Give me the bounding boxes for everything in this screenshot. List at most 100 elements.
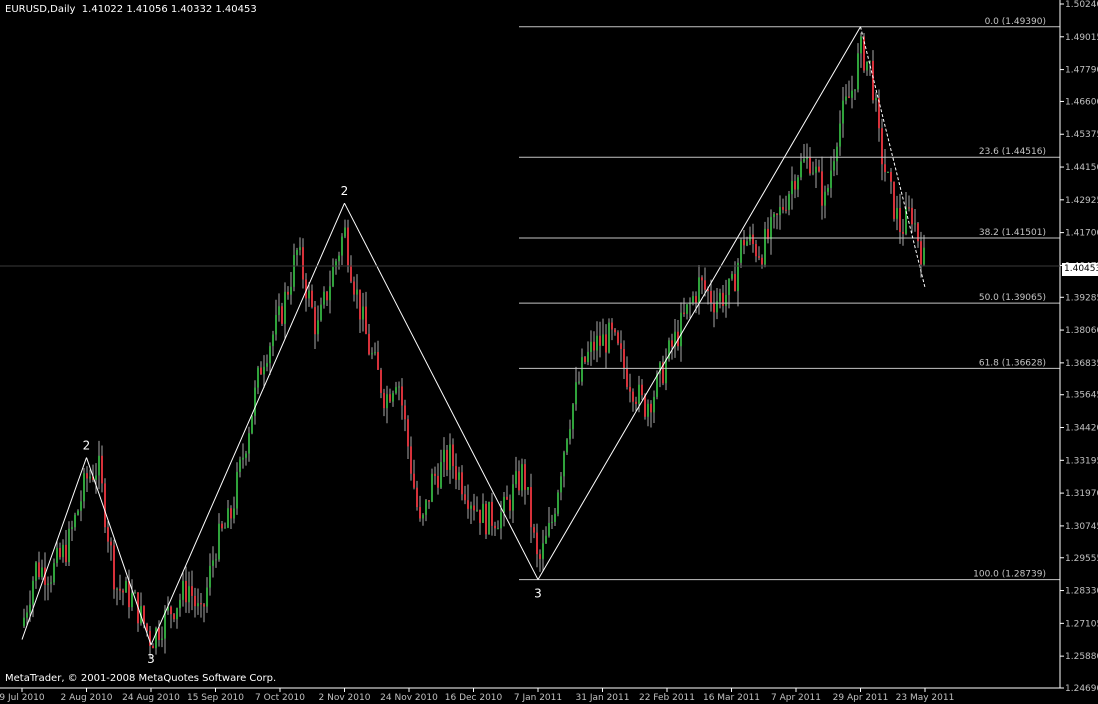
candle-body (713, 303, 715, 313)
ohlc-values: 1.41022 1.41056 1.40332 1.40453 (81, 4, 257, 15)
candle-body (719, 292, 721, 302)
candle-body (281, 306, 283, 324)
zigzag-wave-label: 3 (147, 652, 155, 666)
candle-body (515, 471, 517, 485)
y-tick-label: 1.36835 (1065, 359, 1098, 369)
candle-body (479, 509, 481, 523)
zigzag-wave-label: 2 (83, 439, 91, 453)
candle-body (269, 346, 271, 364)
candle-body (521, 464, 523, 491)
candle-body (584, 357, 586, 363)
candle-body (413, 473, 415, 488)
candle-body (698, 277, 700, 303)
x-tick-label: 16 Dec 2010 (445, 693, 503, 703)
candle-body (614, 329, 616, 333)
candle-body (578, 381, 580, 383)
candle-body (251, 415, 253, 434)
candle-body (485, 503, 487, 535)
y-tick-label: 1.35645 (1065, 391, 1098, 401)
x-tick-label: 24 Nov 2010 (380, 693, 438, 703)
candle-body (593, 341, 595, 351)
candle-body (179, 599, 181, 609)
candle-body (416, 487, 418, 508)
candle-body (728, 278, 730, 296)
candle-body (476, 509, 478, 511)
candle-body (161, 638, 163, 640)
candle-body (782, 207, 784, 210)
candle-body (776, 213, 778, 216)
candlestick-series (23, 32, 925, 659)
price-chart[interactable]: 0.0 (1.49390) 23.6 (1.44516) 38.2 (1.41501… (0, 0, 1098, 704)
candle-body (272, 334, 274, 347)
candle-body (77, 510, 79, 515)
y-tick-label: 1.30745 (1065, 522, 1098, 532)
copyright-notice: MetaTrader, © 2001-2008 MetaQuotes Softw… (5, 673, 277, 684)
candle-body (626, 368, 628, 387)
zigzag-wave-label: 2 (341, 184, 349, 198)
x-tick-label: 24 Aug 2010 (122, 693, 180, 703)
zigzag-segment (150, 202, 345, 646)
candle-body (425, 500, 427, 515)
candle-body (497, 528, 499, 530)
y-tick-label: 1.49015 (1065, 33, 1098, 43)
candle-body (434, 473, 436, 476)
candle-body (731, 273, 733, 279)
candle-body (548, 522, 550, 536)
candle-body (170, 606, 172, 615)
candle-body (752, 234, 754, 245)
candle-body (461, 472, 463, 495)
candle-body (80, 501, 82, 511)
candle-body (812, 172, 814, 174)
candle-body (365, 306, 367, 334)
candle-body (734, 273, 736, 292)
y-tick-label: 1.25880 (1065, 652, 1098, 662)
candle-body (695, 296, 697, 303)
x-tick-label: 15 Sep 2010 (187, 693, 244, 703)
candle-body (788, 194, 790, 210)
fib-level-label: 61.8 (1.36628) (979, 358, 1046, 368)
fibonacci-retracement[interactable]: 0.0 (1.49390) 23.6 (1.44516) 38.2 (1.41501… (519, 17, 1060, 581)
candle-body (104, 483, 106, 528)
candle-body (725, 295, 727, 306)
fib-level-label: 100.0 (1.28739) (973, 570, 1046, 580)
candle-body (902, 231, 904, 234)
candle-body (368, 333, 370, 355)
candle-body (596, 335, 598, 351)
candle-body (470, 505, 472, 509)
candle-body (110, 541, 112, 546)
candle-body (887, 171, 889, 173)
candle-body (710, 290, 712, 304)
candle-body (197, 603, 199, 607)
fib-level-label: 23.6 (1.44516) (979, 147, 1046, 157)
candle-body (53, 563, 55, 583)
candle-body (518, 471, 520, 491)
candle-body (374, 352, 376, 354)
candle-body (911, 207, 913, 225)
candle-body (644, 395, 646, 417)
candle-body (635, 401, 637, 404)
candle-body (353, 281, 355, 295)
candle-body (32, 580, 34, 605)
candle-body (908, 207, 910, 209)
candle-body (770, 217, 772, 240)
candle-body (860, 36, 862, 54)
candle-body (293, 255, 295, 287)
candle-body (500, 512, 502, 529)
candle-body (227, 508, 229, 528)
y-tick-label: 1.39285 (1065, 293, 1098, 303)
candle-body (290, 286, 292, 295)
y-tick-label: 1.33195 (1065, 456, 1098, 466)
candle-body (647, 403, 649, 417)
y-tick-label: 1.41700 (1065, 229, 1098, 239)
y-tick-label: 1.45375 (1065, 130, 1098, 140)
candle-body (473, 505, 475, 511)
candle-body (524, 464, 526, 490)
candle-body (284, 291, 286, 324)
candle-body (98, 455, 100, 476)
candle-body (260, 367, 262, 375)
x-tick-label: 2 Nov 2010 (319, 693, 371, 703)
candle-body (311, 290, 313, 308)
fib-level-label: 50.0 (1.39065) (979, 293, 1046, 303)
candle-body (917, 223, 919, 242)
chart-window[interactable]: 0.0 (1.49390) 23.6 (1.44516) 38.2 (1.41501… (0, 0, 1098, 704)
